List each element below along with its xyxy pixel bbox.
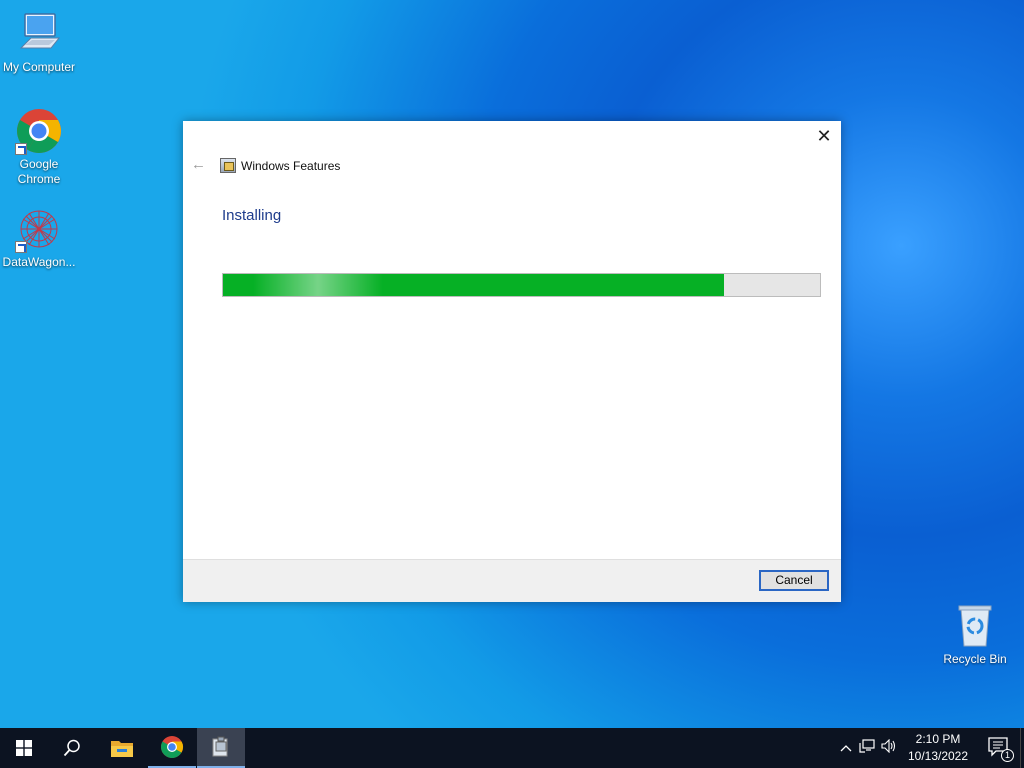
progress-fill [223,274,725,296]
file-explorer-button[interactable] [98,728,146,768]
install-progress-bar [222,273,821,297]
recycle-bin-icon [951,602,999,650]
start-button[interactable] [0,728,48,768]
show-desktop-button[interactable] [1020,728,1024,768]
file-explorer-icon [111,741,133,757]
start-icon [16,740,32,756]
desktop-icon-google-chrome[interactable]: Google Chrome [0,107,78,187]
chrome-icon [161,736,183,758]
desktop-icon-label: Google Chrome [17,157,61,186]
action-center-button[interactable]: 1 [986,734,1016,762]
clock-time: 2:10 PM [915,732,961,746]
search-icon [63,739,80,757]
desktop-icon-label: My Computer [2,60,76,74]
notification-count-badge: 1 [1001,749,1014,762]
volume-icon[interactable] [878,738,900,758]
computer-icon [15,10,63,58]
desktop-icon-label: DataWagon... [2,255,76,269]
network-icon[interactable] [856,738,878,758]
desktop-icon-datawagon[interactable]: DataWagon... [0,205,78,270]
dialog-footer: Cancel [183,559,841,602]
desktop-icon-recycle-bin[interactable]: Recycle Bin [936,602,1014,667]
windows-features-dialog: ✕ ← Windows Features Installing Cancel [183,121,841,602]
taskbar: 2:10 PM 10/13/2022 1 [0,728,1024,768]
shortcut-arrow-icon [15,143,27,155]
close-icon[interactable]: ✕ [815,127,833,145]
shortcut-arrow-icon [15,241,27,253]
search-button[interactable] [48,728,96,768]
dialog-title: Windows Features [241,159,341,173]
chevron-up-icon[interactable] [836,739,856,757]
back-arrow-icon[interactable]: ← [191,157,207,173]
system-tray [836,728,900,768]
chrome-icon [15,107,63,155]
desktop-icon-my-computer[interactable]: My Computer [0,10,78,75]
status-heading: Installing [222,207,282,224]
windows-features-icon [212,736,228,757]
windows-features-icon [220,158,236,173]
desktop-icon-label: Recycle Bin [943,652,1007,666]
cancel-button[interactable]: Cancel [759,570,829,591]
chrome-taskbar-button[interactable] [148,728,196,768]
taskbar-clock[interactable]: 2:10 PM 10/13/2022 [904,731,972,765]
datawagon-icon [15,205,63,253]
clock-date: 10/13/2022 [907,749,969,763]
windows-features-taskbar-button[interactable] [197,728,245,768]
